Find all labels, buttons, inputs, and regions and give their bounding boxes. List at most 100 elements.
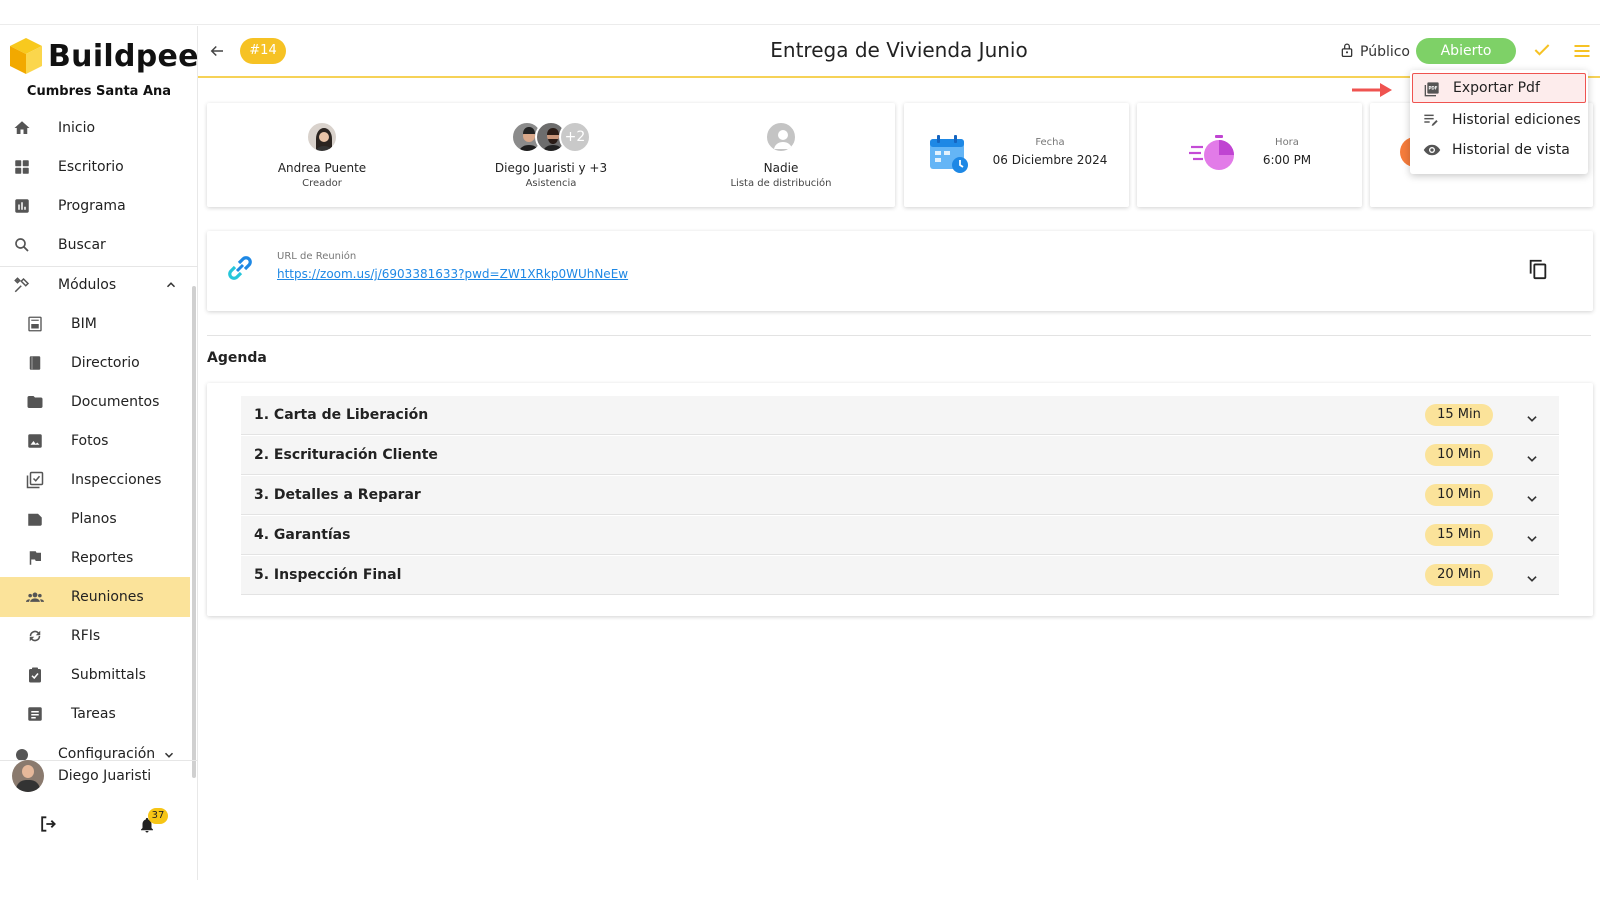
visibility-label: Público xyxy=(1360,44,1410,60)
duration-badge: 20 Min xyxy=(1425,564,1493,586)
home-icon xyxy=(13,119,31,137)
eye-icon xyxy=(1423,142,1441,162)
participants-card: Andrea Puente Creador +2 Diego Juaristi … xyxy=(207,103,895,207)
sidebar-item-buscar[interactable]: Buscar xyxy=(0,225,190,265)
logout-icon[interactable] xyxy=(38,814,58,838)
clipboard-check-icon xyxy=(26,666,44,684)
sidebar-item-rfis[interactable]: RFIs xyxy=(0,616,190,656)
sidebar-item-inicio[interactable]: Inicio xyxy=(0,108,190,148)
distribution-name: Nadie xyxy=(763,161,799,175)
agenda-item[interactable]: 3. Detalles a Reparar 10 Min xyxy=(241,476,1559,515)
duration-badge: 15 Min xyxy=(1425,404,1493,426)
sidebar-item-directorio[interactable]: Directorio xyxy=(0,343,190,383)
default-avatar-icon xyxy=(765,121,797,153)
visibility-indicator[interactable]: Público xyxy=(1340,42,1410,62)
agenda-item-title: 2. Escrituración Cliente xyxy=(254,447,438,463)
user-profile[interactable]: Diego Juaristi xyxy=(12,760,151,792)
menu-item-view-history[interactable]: Historial de vista xyxy=(1410,135,1588,165)
user-name: Diego Juaristi xyxy=(58,768,152,784)
sidebar-item-fotos[interactable]: Fotos xyxy=(0,421,190,461)
sidebar-item-modulos[interactable]: Módulos xyxy=(0,265,190,305)
agenda-item-title: 3. Detalles a Reparar xyxy=(254,487,421,503)
sidebar-item-bim[interactable]: BIM xyxy=(0,304,190,344)
chevron-down-icon[interactable] xyxy=(162,748,176,760)
svg-text:PDF: PDF xyxy=(1429,86,1438,91)
image-icon xyxy=(26,432,44,450)
sidebar-item-escritorio[interactable]: Escritorio xyxy=(0,147,190,187)
attendance-role: Asistencia xyxy=(525,178,577,189)
menu-item-export-pdf[interactable]: PDF Exportar Pdf xyxy=(1412,73,1586,103)
agenda-title: Agenda xyxy=(207,350,267,366)
notes-icon xyxy=(26,705,44,723)
creator-avatar xyxy=(306,121,338,153)
project-name: Cumbres Santa Ana xyxy=(26,84,172,99)
distribution-block[interactable]: Nadie Lista de distribución xyxy=(691,121,871,189)
sidebar-item-documentos[interactable]: Documentos xyxy=(0,382,190,422)
status-badge[interactable]: Abierto xyxy=(1416,38,1516,64)
sidebar-item-configuracion[interactable]: Configuración xyxy=(0,738,190,760)
chevron-down-icon[interactable] xyxy=(1525,530,1539,549)
book-icon xyxy=(26,354,44,372)
checklist-icon xyxy=(26,471,44,489)
chevron-down-icon[interactable] xyxy=(1525,410,1539,429)
sidebar-item-tareas[interactable]: Tareas xyxy=(0,694,190,734)
section-divider xyxy=(207,335,1591,336)
link-icon xyxy=(225,253,255,287)
sidebar-item-label: BIM xyxy=(71,316,97,332)
copy-icon[interactable] xyxy=(1527,258,1549,284)
sidebar-item-reuniones[interactable]: Reuniones xyxy=(0,577,190,617)
chart-icon xyxy=(13,197,31,215)
sidebar: Buildpeer Cumbres Santa Ana Inicio Escri… xyxy=(0,26,214,880)
distribution-role: Lista de distribución xyxy=(730,178,832,189)
sidebar-item-label: Buscar xyxy=(58,237,106,253)
page-header: #14 Entrega de Vivienda Junio Público Ab… xyxy=(198,26,1600,78)
sidebar-item-label: Reuniones xyxy=(71,589,144,605)
duration-badge: 10 Min xyxy=(1425,484,1493,506)
attendance-name: Diego Juaristi y +3 xyxy=(494,161,608,175)
agenda-item-title: 5. Inspección Final xyxy=(254,567,402,583)
search-icon xyxy=(13,236,31,254)
notification-badge: 37 xyxy=(148,808,168,824)
meeting-url-card: URL de Reunión https://zoom.us/j/6903381… xyxy=(207,231,1593,311)
creator-block[interactable]: Andrea Puente Creador xyxy=(232,121,412,189)
attendance-block[interactable]: +2 Diego Juaristi y +3 Asistencia xyxy=(461,121,641,189)
dashboard-icon xyxy=(13,158,31,176)
sidebar-item-label: Tareas xyxy=(71,706,116,722)
sidebar-item-reportes[interactable]: Reportes xyxy=(0,538,190,578)
chevron-down-icon[interactable] xyxy=(1525,570,1539,589)
bim-icon xyxy=(26,315,44,333)
check-icon[interactable] xyxy=(1532,40,1552,64)
sidebar-item-inspecciones[interactable]: Inspecciones xyxy=(0,460,190,500)
group-icon xyxy=(26,588,44,606)
menu-item-edit-history[interactable]: Historial ediciones xyxy=(1410,105,1588,135)
agenda-item-title: 4. Garantías xyxy=(254,527,351,543)
agenda-item[interactable]: 2. Escrituración Cliente 10 Min xyxy=(241,436,1559,475)
creator-role: Creador xyxy=(302,178,342,189)
sidebar-item-label: Documentos xyxy=(71,394,160,410)
duration-badge: 10 Min xyxy=(1425,444,1493,466)
pdf-icon: PDF xyxy=(1424,81,1440,101)
sidebar-item-submittals[interactable]: Submittals xyxy=(0,655,190,695)
chevron-down-icon[interactable] xyxy=(1525,490,1539,509)
edit-history-icon xyxy=(1423,112,1439,132)
agenda-item[interactable]: 5. Inspección Final 20 Min xyxy=(241,556,1559,595)
sidebar-item-label: Escritorio xyxy=(58,159,124,175)
sidebar-item-label: Inicio xyxy=(58,120,96,136)
sidebar-item-label: Inspecciones xyxy=(71,472,162,488)
plans-icon xyxy=(26,510,44,528)
sidebar-item-label: Módulos xyxy=(58,277,117,293)
meeting-url-link[interactable]: https://zoom.us/j/6903381633?pwd=ZW1XRkp… xyxy=(277,267,628,281)
chevron-up-icon[interactable] xyxy=(164,278,178,296)
sidebar-scrollbar[interactable] xyxy=(192,286,196,778)
menu-icon[interactable] xyxy=(1572,42,1592,64)
logo[interactable]: Buildpeer xyxy=(8,36,214,76)
sidebar-item-programa[interactable]: Programa xyxy=(0,186,190,226)
agenda-item[interactable]: 1. Carta de Liberación 15 Min xyxy=(241,396,1559,435)
sidebar-item-label: Fotos xyxy=(71,433,109,449)
chevron-down-icon[interactable] xyxy=(1525,450,1539,469)
sidebar-item-label: Submittals xyxy=(71,667,146,683)
creator-name: Andrea Puente xyxy=(277,161,367,175)
agenda-item[interactable]: 4. Garantías 15 Min xyxy=(241,516,1559,555)
sidebar-item-planos[interactable]: Planos xyxy=(0,499,190,539)
time-value: 6:00 PM xyxy=(1262,153,1312,167)
